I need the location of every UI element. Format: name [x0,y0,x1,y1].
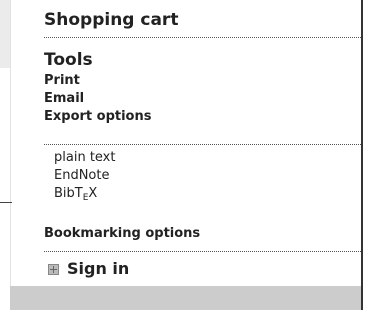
export-options-list: plain text EndNote BibTEX [44,145,361,219]
tools-heading: Tools [44,50,93,70]
shopping-cart-link[interactable]: Shopping cart [44,0,361,38]
print-link[interactable]: Print [44,72,361,90]
export-plain-text[interactable]: plain text [54,149,361,167]
background-rule [0,202,12,203]
tools-section: Tools Print Email Export options [44,38,361,145]
bottom-bar [10,286,361,310]
bibtex-prefix: BibT [54,186,83,201]
background-divider [10,0,11,310]
email-link[interactable]: Email [44,90,361,108]
tools-panel-screenshot: Shopping cart Tools Print Email Export o… [0,0,367,310]
expand-square-icon[interactable] [48,264,59,275]
bibtex-suffix: X [88,186,98,201]
export-bibtex[interactable]: BibTEX [54,185,361,207]
export-endnote[interactable]: EndNote [54,167,361,185]
export-options-link[interactable]: Export options [44,108,361,126]
sign-in-toggle[interactable]: Sign in [44,252,361,290]
background-fragment [0,0,10,68]
bookmarking-options-link[interactable]: Bookmarking options [44,219,361,252]
sidebar-panel: Shopping cart Tools Print Email Export o… [44,0,361,290]
sign-in-label: Sign in [67,259,130,278]
panel-right-border [361,0,363,310]
